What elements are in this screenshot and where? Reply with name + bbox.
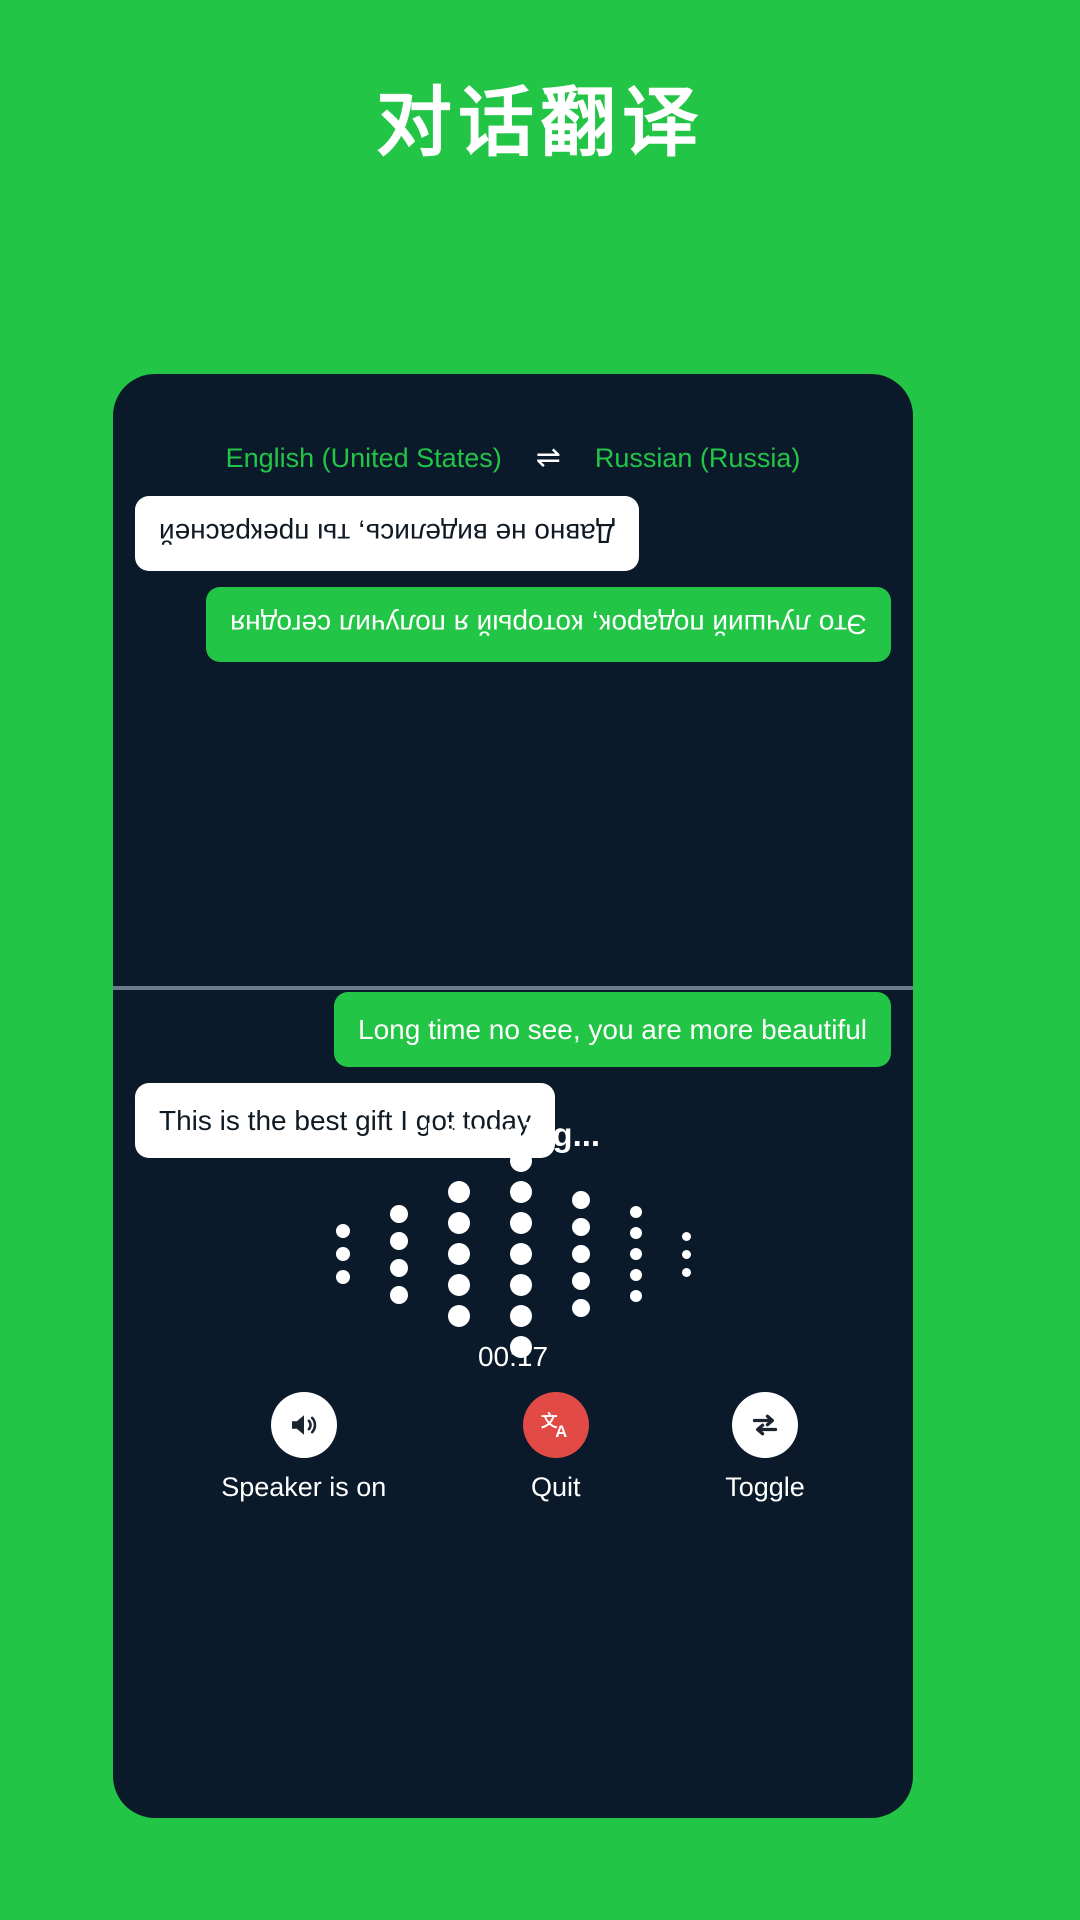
page-title: 对话翻译 (376, 81, 704, 166)
toggle-button-label: Toggle (725, 1472, 805, 1502)
speaker-button[interactable]: Speaker is on (221, 1392, 386, 1503)
waveform-dot (629, 1227, 642, 1239)
waveform-dot (509, 1305, 532, 1327)
waveform-column (681, 1231, 691, 1277)
waveform-dot (447, 1243, 470, 1265)
waveform-dot (629, 1290, 642, 1302)
waveform-dot (681, 1249, 691, 1259)
waveform-dot (629, 1206, 642, 1218)
target-language-selector[interactable]: Russian (Russia) (595, 443, 801, 474)
toggle-button-circle[interactable] (731, 1392, 798, 1458)
waveform-dot (447, 1212, 470, 1234)
waveform-dot (571, 1299, 590, 1317)
listening-status: Listening... (425, 1116, 601, 1153)
message-bubble: Давно не виделись, ты прекрасней (135, 496, 639, 571)
waveform-dot (571, 1272, 590, 1290)
quit-button-label: Quit (531, 1472, 581, 1502)
remote-message-list: Это лучший подарок, который я получил се… (113, 480, 913, 662)
waveform-dot (509, 1181, 532, 1203)
waveform-dot (629, 1269, 642, 1281)
waveform-dot (389, 1258, 408, 1277)
waveform-dot (389, 1204, 408, 1223)
language-bar: English (United States) ⇌ Russian (Russi… (113, 436, 913, 480)
control-bar: Speaker is on 文 A Quit Toggle (113, 1392, 913, 1503)
waveform-dot (447, 1274, 470, 1296)
waveform-column (447, 1181, 470, 1327)
waveform-dot (509, 1243, 532, 1265)
waveform-dot (509, 1274, 532, 1296)
conversation-divider (113, 986, 913, 990)
waveform-dot (629, 1248, 642, 1260)
waveform-column (389, 1204, 408, 1304)
waveform-dot (571, 1191, 590, 1209)
remote-conversation-area: Это лучший подарок, который я получил се… (113, 480, 913, 986)
source-language-selector[interactable]: English (United States) (226, 443, 502, 474)
toggle-button[interactable]: Toggle (725, 1392, 805, 1503)
translation-panel: English (United States) ⇌ Russian (Russi… (113, 374, 913, 1818)
waveform-dot (571, 1245, 590, 1263)
waveform-dot (389, 1231, 408, 1250)
quit-button-circle[interactable]: 文 A (522, 1392, 589, 1458)
svg-text:A: A (555, 1423, 567, 1441)
speaker-on-icon (286, 1407, 322, 1443)
waveform-dot (509, 1150, 532, 1172)
message-bubble: Long time no see, you are more beautiful (334, 992, 891, 1067)
speaker-button-label: Speaker is on (221, 1472, 387, 1502)
waveform-column (509, 1150, 532, 1358)
waveform-dot (681, 1231, 691, 1241)
waveform-column (571, 1191, 590, 1317)
waveform-dot (571, 1218, 590, 1236)
waveform-dot (681, 1267, 691, 1277)
toggle-repeat-icon (747, 1407, 783, 1443)
speaker-button-circle[interactable] (270, 1392, 337, 1458)
waveform-dot (447, 1181, 470, 1203)
waveform-dot (335, 1247, 350, 1261)
waveform-dot (335, 1270, 350, 1284)
waveform-column (629, 1206, 642, 1302)
quit-button[interactable]: 文 A Quit (522, 1392, 589, 1503)
message-bubble: Это лучший подарок, который я получил се… (206, 587, 891, 662)
waveform-dot (509, 1212, 532, 1234)
waveform-dot (389, 1285, 408, 1304)
waveform-dot (335, 1224, 350, 1238)
waveform-column (335, 1224, 350, 1284)
waveform-dot (447, 1305, 470, 1327)
translate-icon: 文 A (538, 1407, 574, 1443)
swap-languages-icon[interactable]: ⇌ (536, 443, 561, 473)
audio-waveform (113, 1150, 913, 1358)
recording-timer: 00:17 (477, 1341, 549, 1372)
